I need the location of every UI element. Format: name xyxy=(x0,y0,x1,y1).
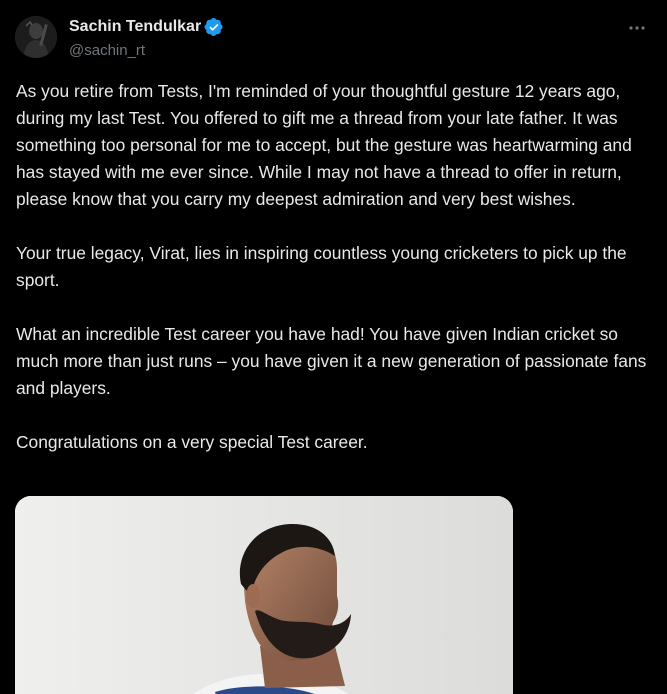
tweet-paragraph: As you retire from Tests, I'm reminded o… xyxy=(16,81,632,209)
tweet-photo[interactable] xyxy=(15,496,513,694)
more-options-icon[interactable] xyxy=(625,16,649,40)
tweet-text: As you retire from Tests, I'm reminded o… xyxy=(16,78,656,483)
verified-badge-icon xyxy=(204,17,224,37)
tweet-paragraph: Congratulations on a very special Test c… xyxy=(16,432,368,452)
author-avatar[interactable] xyxy=(15,16,57,58)
author-display-name[interactable]: Sachin Tendulkar xyxy=(69,16,201,38)
author-name-row: Sachin Tendulkar xyxy=(69,16,224,38)
tweet-card: Sachin Tendulkar @sachin_rt As you retir… xyxy=(0,0,667,694)
author-handle[interactable]: @sachin_rt xyxy=(69,40,224,62)
tweet-paragraph: What an incredible Test career you have … xyxy=(16,324,647,398)
author-info: Sachin Tendulkar @sachin_rt xyxy=(69,16,224,62)
tweet-paragraph: Your true legacy, Virat, lies in inspiri… xyxy=(16,243,627,290)
